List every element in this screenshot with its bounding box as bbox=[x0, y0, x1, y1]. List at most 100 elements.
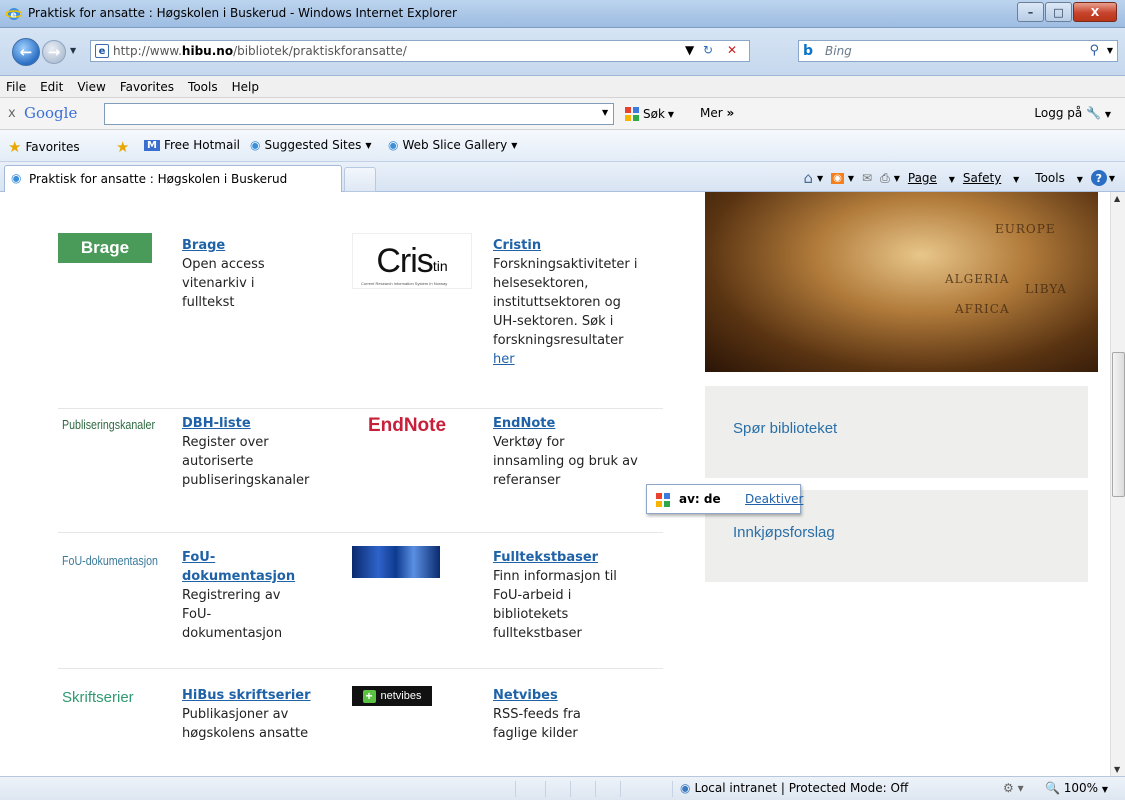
innkjopsforslag-link[interactable]: Innkjøpsforslag bbox=[733, 524, 835, 541]
status-divider bbox=[545, 781, 546, 797]
web-slice-gallery-link[interactable]: ◉ Web Slice Gallery ▼ bbox=[388, 138, 517, 152]
scroll-up-icon[interactable]: ▲ bbox=[1114, 194, 1120, 203]
search-dropdown-icon[interactable]: ▼ bbox=[1107, 46, 1113, 55]
print-dropdown-icon[interactable]: ▼ bbox=[894, 174, 900, 183]
fulltekstbaser-image[interactable] bbox=[352, 546, 440, 578]
free-hotmail-link[interactable]: M Free Hotmail bbox=[144, 138, 240, 152]
feed-dropdown-icon[interactable]: ▼ bbox=[848, 174, 854, 183]
google-search-input[interactable] bbox=[104, 103, 614, 125]
suggested-sites-link[interactable]: ◉ Suggested Sites ▼ bbox=[250, 138, 372, 152]
google-search-label: Søk bbox=[643, 107, 665, 121]
address-dropdown-icon[interactable]: ▼ bbox=[685, 43, 694, 57]
star-icon: ★ bbox=[8, 138, 22, 156]
menu-file[interactable]: File bbox=[6, 80, 26, 94]
search-icon[interactable]: ⚲ bbox=[1089, 43, 1099, 58]
fou-entry: FoU- dokumentasjon Registrering av FoU- … bbox=[182, 548, 332, 643]
intranet-icon: ◉ bbox=[680, 781, 691, 795]
home-icon[interactable]: ⌂ bbox=[803, 169, 813, 187]
print-icon[interactable]: ⎙ bbox=[880, 171, 890, 186]
status-divider bbox=[595, 781, 596, 797]
add-favorite-icon: ★ bbox=[116, 138, 130, 156]
google-toolbar-close-icon[interactable]: x bbox=[8, 106, 16, 121]
safety-menu[interactable]: Safety ▼ bbox=[963, 171, 1019, 185]
menu-edit[interactable]: Edit bbox=[40, 80, 63, 94]
google-search-button[interactable]: Søk ▼ bbox=[624, 106, 674, 122]
search-placeholder: Bing bbox=[825, 44, 852, 58]
zoom-control[interactable]: 🔍 100% ▼ bbox=[1045, 781, 1108, 795]
close-button[interactable]: X bbox=[1073, 2, 1117, 22]
fou-logo[interactable]: FoU-dokumentasjon bbox=[62, 550, 158, 570]
home-dropdown-icon[interactable]: ▼ bbox=[817, 174, 823, 183]
vertical-scrollbar[interactable]: ▲ ▼ bbox=[1110, 192, 1125, 776]
command-bar: ⌂ ▼ ◉ ▼ ✉ ⎙ ▼ Page ▼ Safety ▼ Tools ▼ ? … bbox=[795, 169, 1115, 187]
cristin-link[interactable]: Cristin bbox=[493, 236, 663, 255]
history-dropdown-icon[interactable]: ▼ bbox=[70, 46, 76, 55]
dbh-liste-link[interactable]: DBH-liste bbox=[182, 414, 342, 433]
endnote-logo[interactable]: EndNote bbox=[352, 414, 462, 438]
tools-menu[interactable]: Tools ▼ bbox=[1027, 171, 1083, 185]
menu-tools[interactable]: Tools bbox=[188, 80, 218, 94]
new-tab-button[interactable] bbox=[344, 167, 376, 192]
wrench-icon[interactable]: 🔧 bbox=[1086, 106, 1101, 120]
fou-link-line[interactable]: dokumentasjon bbox=[182, 567, 332, 586]
add-favorite-button[interactable]: ★ bbox=[116, 138, 133, 156]
hotmail-icon: M bbox=[144, 139, 160, 151]
favorites-button[interactable]: ★ Favorites bbox=[8, 138, 80, 156]
back-arrow-icon: ← bbox=[19, 43, 33, 61]
endnote-link[interactable]: EndNote bbox=[493, 414, 663, 433]
help-icon[interactable]: ? bbox=[1090, 170, 1107, 186]
protected-mode-icon[interactable]: ⚙ ▾ bbox=[1003, 781, 1024, 795]
url-text[interactable]: http://www.hibu.no/bibliotek/praktiskfor… bbox=[113, 44, 407, 58]
cristin-logo[interactable]: Cris tin Current Research Information Sys… bbox=[352, 233, 472, 289]
cristin-her-link[interactable]: her bbox=[493, 352, 515, 367]
menu-help[interactable]: Help bbox=[232, 80, 259, 94]
scrollbar-thumb[interactable] bbox=[1112, 352, 1125, 497]
spor-biblioteket-panel[interactable]: Spør biblioteket bbox=[705, 386, 1088, 478]
fou-link-line[interactable]: FoU- bbox=[182, 548, 332, 567]
google-search-menu-icon[interactable]: ▼ bbox=[668, 110, 674, 119]
google-login[interactable]: Logg på 🔧 ▼ bbox=[1034, 106, 1111, 120]
hibus-skriftserier-link[interactable]: HiBus skriftserier bbox=[182, 686, 342, 705]
address-bar[interactable]: e http://www.hibu.no/bibliotek/praktiskf… bbox=[90, 40, 750, 62]
menu-favorites[interactable]: Favorites bbox=[120, 80, 174, 94]
netvibes-logo[interactable]: + netvibes bbox=[352, 686, 432, 706]
skriftserier-logo[interactable]: Skriftserier bbox=[62, 686, 134, 708]
bing-search-box[interactable]: b Bing ⚲ ▼ bbox=[798, 40, 1118, 62]
minimize-button[interactable]: – bbox=[1017, 2, 1044, 22]
forward-arrow-icon: → bbox=[47, 43, 61, 61]
mail-icon[interactable]: ✉ bbox=[862, 171, 872, 185]
scroll-down-icon[interactable]: ▼ bbox=[1114, 765, 1120, 774]
publiseringskanaler-logo[interactable]: Publiseringskanaler bbox=[62, 414, 155, 434]
deaktiver-link[interactable]: Deaktiver bbox=[745, 492, 803, 506]
fou-desc-line: dokumentasjon bbox=[182, 626, 283, 641]
stop-icon[interactable]: ✕ bbox=[727, 43, 737, 57]
fou-desc-line: Registrering av bbox=[182, 588, 281, 603]
spor-biblioteket-link[interactable]: Spør biblioteket bbox=[733, 420, 837, 437]
bing-icon: b bbox=[803, 43, 814, 59]
tab-praktisk[interactable]: ◉ Praktisk for ansatte : Høgskolen i Bus… bbox=[4, 165, 342, 192]
divider bbox=[58, 532, 663, 533]
menu-view[interactable]: View bbox=[77, 80, 105, 94]
brage-link[interactable]: Brage bbox=[182, 236, 332, 255]
google-search-dropdown-icon[interactable]: ▼ bbox=[602, 108, 608, 117]
fulltekstbaser-link[interactable]: Fulltekstbaser bbox=[493, 548, 663, 567]
page-menu[interactable]: Page ▼ bbox=[908, 171, 955, 185]
rss-feed-icon[interactable]: ◉ bbox=[831, 172, 844, 184]
status-bar: ◉ Local intranet | Protected Mode: Off ⚙… bbox=[0, 776, 1125, 800]
forward-button[interactable]: → bbox=[42, 40, 66, 64]
tab-ie-icon: ◉ bbox=[11, 171, 22, 185]
brage-desc-line: fulltekst bbox=[182, 295, 235, 310]
globe-image: EUROPE AFRICA LIBYA ALGERIA bbox=[705, 192, 1098, 372]
dbh-desc-line: autoriserte bbox=[182, 454, 254, 469]
netvibes-desc-line: faglige kilder bbox=[493, 726, 578, 741]
endnote-desc-line: innsamling og bruk av bbox=[493, 454, 638, 469]
back-button[interactable]: ← bbox=[12, 38, 40, 66]
brage-logo[interactable]: Brage bbox=[58, 233, 152, 263]
google-logo[interactable]: Google bbox=[24, 104, 77, 122]
help-dropdown-icon[interactable]: ▼ bbox=[1109, 174, 1115, 183]
netvibes-link[interactable]: Netvibes bbox=[493, 686, 663, 705]
google-more-button[interactable]: Mer » bbox=[700, 106, 734, 120]
maximize-button[interactable]: □ bbox=[1045, 2, 1072, 22]
refresh-icon[interactable]: ↻ bbox=[703, 43, 713, 57]
security-zone[interactable]: ◉ Local intranet | Protected Mode: Off bbox=[680, 781, 908, 795]
